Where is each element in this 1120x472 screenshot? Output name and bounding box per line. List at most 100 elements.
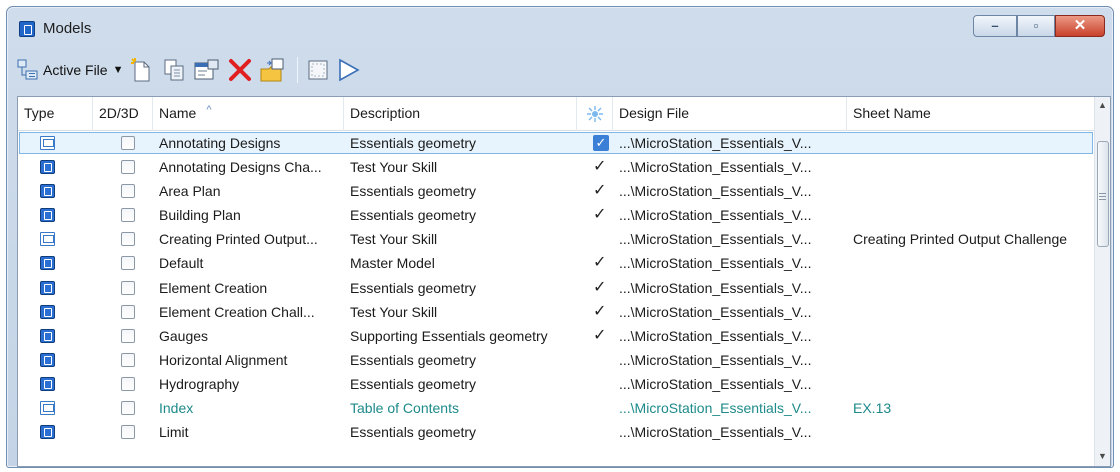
2d3d-checkbox[interactable] [121,256,135,271]
active-checkmark-icon[interactable]: ✓ [593,251,609,275]
vertical-scrollbar[interactable]: ▲ ▼ [1094,97,1110,466]
active-checkmark-icon[interactable] [593,348,609,372]
2d3d-checkbox[interactable] [121,425,135,440]
table-row[interactable]: Element Creation Chall... Test Your Skill… [18,300,1096,324]
models-table: Type 2D/3D Name ^ Description Design File… [17,96,1111,467]
close-button[interactable]: ✕ [1055,15,1105,37]
close-icon: ✕ [1073,17,1087,34]
table-row[interactable]: Index Table of Contents ...\MicroStation_E… [18,396,1096,420]
model-description-cell: Essentials geometry [350,135,477,151]
table-row[interactable]: Creating Printed Output... Test Your Skil… [18,227,1096,251]
window-title: Models [43,20,92,37]
active-checkmark-icon[interactable]: ✓ [593,324,609,348]
scroll-down-arrow-icon[interactable]: ▼ [1095,448,1110,464]
restore-icon: ▫ [1033,18,1039,33]
new-model-button[interactable] [129,55,155,85]
source-dropdown[interactable]: Active File ▼ [17,55,123,85]
cursor-button[interactable] [336,55,362,85]
scroll-grip-icon [1099,193,1106,194]
design-file-cell: ...\MicroStation_Essentials_V... [619,159,812,176]
column-header-2d3d[interactable]: 2D/3D [93,97,153,131]
sheet-name-cell [853,348,1093,372]
table-row[interactable]: Limit Essentials geometry ...\MicroStation… [18,420,1096,444]
copy-model-button[interactable] [161,55,187,85]
sort-ascending-icon: ^ [206,104,212,116]
model-description-cell: Essentials geometry [350,183,477,200]
active-checkmark-icon[interactable]: ✓ [593,300,609,324]
import-model-button[interactable] [259,55,287,85]
2d3d-checkbox[interactable] [121,208,135,223]
design-model-icon [40,160,55,175]
design-file-cell: ...\MicroStation_Essentials_V... [619,424,812,441]
table-row[interactable]: Hydrography Essentials geometry ...\MicroS… [18,372,1096,396]
active-checkmark-icon[interactable]: ✓ [593,135,609,151]
2d3d-checkbox[interactable] [121,328,135,343]
minimize-icon: – [991,18,999,33]
level-button[interactable] [306,55,330,85]
design-model-icon [40,256,55,271]
table-row[interactable]: Area Plan Essentials geometry ✓ ...\MicroSt… [18,179,1096,203]
design-file-cell: ...\MicroStation_Essentials_V... [619,135,812,151]
sheet-name-cell [853,155,1093,179]
active-checkmark-icon[interactable] [593,396,609,420]
scrollbar-thumb[interactable] [1097,141,1109,247]
sheet-name-cell [853,203,1093,227]
cursor-icon [339,58,361,82]
scroll-up-arrow-icon[interactable]: ▲ [1095,97,1110,113]
delete-model-button[interactable] [227,55,253,85]
minimize-button[interactable]: – [973,15,1017,37]
active-checkmark-icon[interactable] [593,420,609,444]
sheet-name-cell [853,131,1093,155]
2d3d-checkbox[interactable] [121,401,135,416]
sheet-name-cell [853,300,1093,324]
2d3d-checkbox[interactable] [121,184,135,199]
2d3d-checkbox[interactable] [121,136,135,150]
column-header-active[interactable] [577,97,613,131]
2d3d-checkbox[interactable] [121,304,135,319]
table-row[interactable]: Horizontal Alignment Essentials geometry.… [18,348,1096,372]
models-dialog: Models – ▫ ✕ Active File ▼ Type 2D/3D Na… [6,6,1114,468]
active-checkmark-icon[interactable] [593,227,609,251]
model-name-cell: Annotating Designs [159,135,281,151]
sheet-model-icon [40,401,55,416]
copy-model-icon [164,59,184,81]
design-model-icon [40,376,55,391]
column-header-type[interactable]: Type [18,97,93,131]
table-row[interactable]: Gauges Supporting Essentials geometry ✓...… [18,324,1096,348]
design-file-cell: ...\MicroStation_Essentials_V... [619,351,812,368]
design-model-icon [40,425,55,440]
active-checkmark-icon[interactable]: ✓ [593,179,609,203]
model-name-cell: Element Creation [159,279,268,296]
2d3d-checkbox[interactable] [121,376,135,391]
delete-model-icon [229,59,252,81]
2d3d-checkbox[interactable] [121,232,135,247]
column-header-design-file[interactable]: Design File [613,97,847,131]
column-header-name[interactable]: Name ^ [153,97,344,131]
model-name-cell: Building Plan [159,207,241,224]
table-row[interactable]: Default Master Model ✓ ...\MicroStation_Ess… [18,251,1096,275]
model-description-cell: Essentials geometry [350,424,477,441]
active-checkmark-icon[interactable]: ✓ [593,276,609,300]
2d3d-checkbox[interactable] [121,280,135,295]
model-description-cell: Essentials geometry [350,351,477,368]
table-row[interactable]: Building Plan Essentials geometry ✓ ...\Mic… [18,203,1096,227]
column-header-description[interactable]: Description [344,97,577,131]
active-checkmark-icon[interactable] [593,372,609,396]
2d3d-checkbox[interactable] [121,160,135,175]
restore-button[interactable]: ▫ [1017,15,1055,37]
sheet-name-cell: Creating Printed Output Challenge [853,231,1068,248]
table-row[interactable]: Annotating Designs Essentials geometry ✓..… [18,131,1096,155]
active-checkmark-icon[interactable]: ✓ [593,155,609,179]
model-properties-button[interactable] [193,55,221,85]
column-header-sheet-name[interactable]: Sheet Name [847,97,1096,131]
table-row[interactable]: Annotating Designs Cha... Test Your Skill… [18,155,1096,179]
design-model-icon [40,328,55,343]
table-row[interactable]: Element Creation Essentials geometry ✓ ...\… [18,276,1096,300]
sheet-model-icon [40,136,55,150]
design-model-icon [40,208,55,223]
active-checkmark-icon[interactable]: ✓ [593,203,609,227]
new-model-icon [131,58,150,82]
sheet-name-cell [853,276,1093,300]
title-bar[interactable]: Models – ▫ ✕ [7,7,1113,47]
2d3d-checkbox[interactable] [121,352,135,367]
